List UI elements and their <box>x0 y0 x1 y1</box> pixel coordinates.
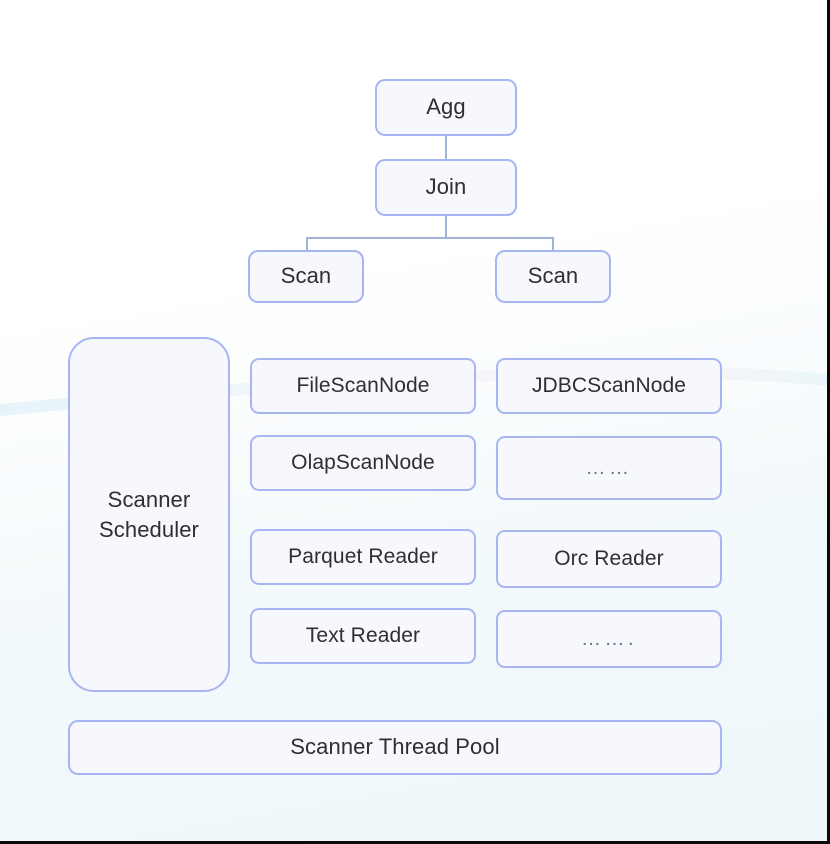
connector-to-scan-right <box>552 237 554 251</box>
scanner-thread-pool-box[interactable]: Scanner Thread Pool <box>68 720 722 775</box>
diagram-canvas: Agg Join Scan Scan Scanner Scheduler Fil… <box>0 0 830 844</box>
scan-node-ellipsis[interactable]: …… <box>496 436 722 500</box>
connector-agg-to-join <box>445 136 447 159</box>
scan-node-file-scan-node[interactable]: FileScanNode <box>250 358 476 414</box>
connector-scan-bus <box>306 237 554 239</box>
plan-node-join[interactable]: Join <box>375 159 517 216</box>
reader-ellipsis[interactable]: ……. <box>496 610 722 668</box>
connector-to-scan-left <box>306 237 308 251</box>
reader-text-reader[interactable]: Text Reader <box>250 608 476 664</box>
scan-node-olap-scan-node[interactable]: OlapScanNode <box>250 435 476 491</box>
plan-node-scan-right[interactable]: Scan <box>495 250 611 303</box>
reader-orc-reader[interactable]: Orc Reader <box>496 530 722 588</box>
reader-parquet-reader[interactable]: Parquet Reader <box>250 529 476 585</box>
scan-node-jdbc-scan-node[interactable]: JDBCScanNode <box>496 358 722 414</box>
scanner-scheduler-box[interactable]: Scanner Scheduler <box>68 337 230 692</box>
connector-join-stem <box>445 216 447 238</box>
plan-node-agg[interactable]: Agg <box>375 79 517 136</box>
plan-node-scan-left[interactable]: Scan <box>248 250 364 303</box>
